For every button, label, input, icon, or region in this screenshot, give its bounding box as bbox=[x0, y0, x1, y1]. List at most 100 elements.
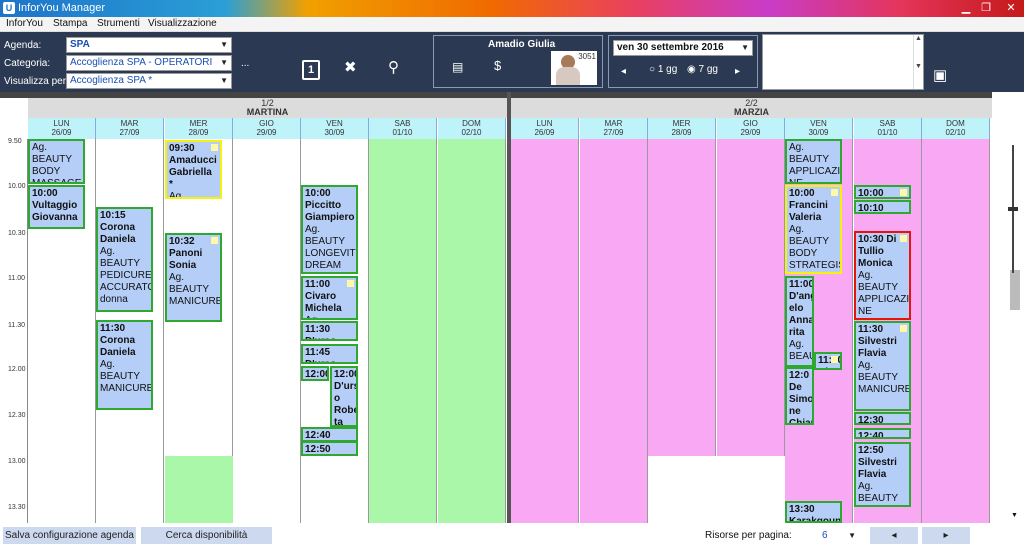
appointment[interactable]: 10:00 Francini Valeria Ag. BEAUTY BODY STRATE… bbox=[785, 185, 842, 274]
appointment-title: 10:15 bbox=[100, 210, 126, 221]
vertical-scrollbar[interactable]: ▼ bbox=[1006, 92, 1024, 523]
time-block[interactable] bbox=[717, 456, 785, 523]
appointment-title: Michela bbox=[305, 303, 342, 314]
visualizza-select[interactable]: Accoglienza SPA * ▼ bbox=[66, 73, 232, 89]
appointment[interactable]: 11:30 Silvestri Flavia Ag. BEAUTY MANICURE bbox=[854, 321, 911, 411]
day-header: MER 28/09 bbox=[648, 118, 716, 139]
per-page-select[interactable]: 6 ▼ bbox=[818, 528, 858, 543]
day-column[interactable] bbox=[922, 139, 990, 523]
appointment-title: 11:30 D'urso bbox=[305, 324, 336, 339]
appointment[interactable]: 10:15 Corona Daniela Ag. BEAUTY PEDICURE ACCU… bbox=[96, 207, 153, 312]
appointment[interactable]: Ag. BEAUTYAPPLICAZIONE SMALTOSEMI bbox=[785, 139, 842, 184]
appointment-title: o bbox=[334, 393, 341, 404]
appointment[interactable]: 10:10 bbox=[854, 200, 911, 214]
appointment[interactable]: 11:30 D'ursoRoberta bbox=[301, 321, 358, 341]
appointment-title: Karakgouni bbox=[789, 516, 842, 523]
categoria-select[interactable]: Accoglienza SPA - OPERATORI ▼ bbox=[66, 55, 232, 71]
appointment[interactable]: 11:50Civar bbox=[814, 352, 842, 370]
zoom-slider-knob[interactable] bbox=[1008, 207, 1018, 211]
agenda-select[interactable]: SPA ▼ bbox=[66, 37, 232, 53]
zoom-slider[interactable] bbox=[1008, 145, 1018, 273]
appointment-title: Francini bbox=[789, 200, 828, 211]
close-button[interactable]: ✕ bbox=[998, 0, 1024, 17]
appointment[interactable]: 11:30 Corona Daniela Ag. BEAUTY MANICURE bbox=[96, 320, 153, 410]
more-button[interactable]: ... bbox=[241, 58, 249, 69]
date-prev-button[interactable]: ◂ bbox=[621, 66, 626, 77]
minimize-button[interactable]: ▁ bbox=[955, 0, 977, 17]
appointment[interactable]: 10:30 DiTullioMonicaAg. BEAUTYAPPLICAZIO… bbox=[854, 231, 911, 320]
date-next-button[interactable]: ▸ bbox=[735, 66, 740, 77]
appointment[interactable]: 12:40 bbox=[854, 428, 911, 439]
appointment[interactable]: 10:00 Vultaggio Giovanna bbox=[28, 185, 85, 229]
tools-icon[interactable]: ✖ bbox=[344, 58, 357, 76]
day-header: SAB 01/10 bbox=[369, 118, 437, 139]
view-7-days-radio[interactable]: ◉ 7 gg bbox=[687, 64, 718, 75]
appointment[interactable]: 10:32 Panoni Sonia Ag. BEAUTY MANICURE bbox=[165, 233, 222, 322]
appointment[interactable]: 10:00 Piccitto Giampiero Ag. BEAUTY LONGEVIT… bbox=[301, 185, 358, 274]
time-block[interactable] bbox=[165, 456, 233, 523]
appointment[interactable]: 12:50 D'urso bbox=[301, 441, 358, 456]
appointment-title: 12:50 bbox=[858, 445, 884, 456]
appointment[interactable]: Ag. BEAUTYBODYMASSAGEAROMATIZZ bbox=[28, 139, 85, 184]
appointment[interactable]: 12:40 D'urso bbox=[301, 427, 358, 442]
day-header: SAB 01/10 bbox=[854, 118, 922, 139]
day-column[interactable] bbox=[438, 139, 506, 523]
page-next-button[interactable]: ▸ bbox=[922, 527, 970, 544]
appointment[interactable]: 09:30AmaducciGabriella *Ag. BEAUTY bbox=[165, 140, 222, 199]
appointment[interactable]: 13:30 Karakgouni bbox=[785, 501, 842, 523]
appointment[interactable]: 11:00 D'ang elo Anna rita Ag. BEAU bbox=[785, 276, 814, 367]
search-availability-button[interactable]: Cerca disponibilità bbox=[141, 527, 272, 544]
day-column[interactable] bbox=[369, 139, 437, 523]
calendar-day-icon[interactable]: 1 bbox=[302, 60, 320, 80]
appointment-detail: PEDICURE bbox=[100, 270, 152, 281]
restore-button[interactable]: ❐ bbox=[975, 0, 997, 17]
day-name: MER bbox=[189, 119, 208, 128]
day-date: 26/09 bbox=[51, 128, 72, 137]
menu-inforyou[interactable]: InforYou bbox=[6, 18, 43, 29]
appointment-detail: Ag. BEAUTY bbox=[169, 272, 210, 295]
day-column[interactable] bbox=[511, 139, 579, 523]
day-date: 29/09 bbox=[740, 128, 761, 137]
appointment[interactable]: 12:50SilvestriFlaviaAg. BEAUTYD. ER bbox=[854, 442, 911, 507]
appointment[interactable]: 12:00D'ursoRoberta bbox=[330, 366, 358, 427]
appointment[interactable]: 11:45 D'ursoRoberta bbox=[301, 344, 358, 364]
appointment[interactable]: 12:30 bbox=[854, 412, 911, 425]
day-column[interactable] bbox=[233, 139, 301, 523]
appointment-title: Vultaggio bbox=[32, 200, 78, 211]
date-select[interactable]: ven 30 settembre 2016 ▼ bbox=[613, 40, 753, 56]
scroll-thumb[interactable] bbox=[1010, 270, 1020, 310]
day-column[interactable] bbox=[580, 139, 648, 523]
notes-textarea[interactable]: ▲ ▼ bbox=[762, 34, 924, 90]
money-bag-icon[interactable]: $ bbox=[494, 58, 501, 73]
appointment[interactable]: 12:00 bbox=[301, 366, 329, 381]
appointment-title: elo bbox=[789, 303, 804, 314]
document-icon[interactable]: ▤ bbox=[452, 60, 463, 74]
chevron-down-icon: ▼ bbox=[741, 43, 749, 52]
menu-stampa[interactable]: Stampa bbox=[53, 18, 87, 29]
save-config-button[interactable]: Salva configurazione agenda bbox=[3, 527, 136, 544]
day-name: SAB bbox=[879, 119, 896, 128]
day-header: LUN 26/09 bbox=[28, 118, 96, 139]
appointment[interactable]: 10:00 bbox=[854, 185, 911, 199]
menu-strumenti[interactable]: Strumenti bbox=[97, 18, 140, 29]
page-prev-button[interactable]: ◂ bbox=[870, 527, 918, 544]
appointment[interactable]: 11:00 CivaroMichelaAg. BEAUTY bbox=[301, 276, 358, 320]
day-name: VEN bbox=[810, 119, 827, 128]
appointment-title: Rober bbox=[334, 405, 356, 416]
menu-visualizzazione[interactable]: Visualizzazione bbox=[148, 18, 217, 29]
time-block[interactable] bbox=[648, 456, 717, 523]
appointment-detail: RAINE bbox=[789, 272, 838, 274]
notes-scrollbar[interactable]: ▲ ▼ bbox=[913, 35, 923, 89]
chevron-down-icon: ▼ bbox=[220, 58, 228, 67]
menu-bar: InforYou Stampa Strumenti Visualizzazion… bbox=[0, 17, 1024, 32]
scroll-down-icon[interactable]: ▼ bbox=[1011, 512, 1018, 519]
appointment[interactable]: 12:0 De Simo ne Chiar bbox=[785, 367, 814, 425]
key-icon[interactable]: ⚲ bbox=[388, 58, 399, 76]
operator-panel: Amadio Giulia ▤ $ 3051 bbox=[433, 35, 603, 88]
view-1-day-radio[interactable]: ○ 1 gg bbox=[649, 64, 677, 75]
appointment-detail: MANICURE bbox=[169, 296, 222, 307]
appointment-title: Gabriella * bbox=[169, 167, 212, 190]
appointment-title: 12:30 bbox=[858, 415, 884, 425]
title-bar: U InforYou Manager ▁ ❐ ✕ bbox=[0, 0, 1024, 17]
save-icon[interactable]: ▣ bbox=[933, 66, 947, 84]
